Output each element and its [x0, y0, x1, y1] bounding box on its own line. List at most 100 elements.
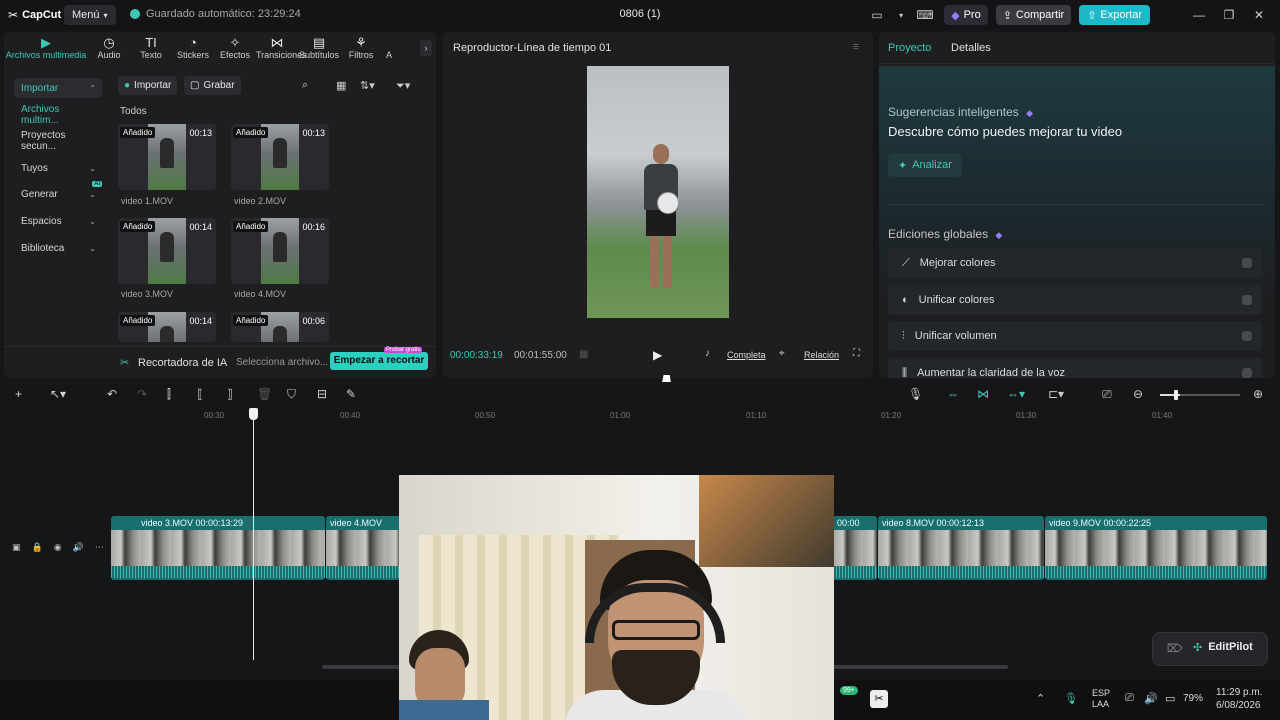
- sort-icon[interactable]: ⇅▾: [360, 79, 375, 92]
- media-item[interactable]: Añadido 00:13: [231, 124, 329, 190]
- language-indicator[interactable]: ESP LAA: [1092, 688, 1110, 710]
- playhead-handle[interactable]: [249, 408, 258, 420]
- sidebar-item-secondary-projects[interactable]: Proyectos secun...: [14, 130, 102, 152]
- tab-filters[interactable]: ⚘ Filtros: [340, 32, 382, 64]
- record-button[interactable]: ▢ Grabar: [184, 76, 241, 95]
- zoom-slider-handle[interactable]: [1174, 390, 1178, 400]
- chevron-down-icon[interactable]: ▾: [896, 11, 906, 20]
- tab-effects[interactable]: ✧ Efectos: [214, 32, 256, 64]
- timeline-clip[interactable]: 00:00: [833, 516, 877, 580]
- collapse-icon[interactable]: ⌦: [1167, 642, 1183, 655]
- screenshot-icon[interactable]: ⌖: [779, 348, 785, 359]
- cover-icon[interactable]: ▣: [12, 542, 21, 553]
- split-icon[interactable]: ⫿: [167, 387, 171, 402]
- clock-date[interactable]: 6/08/2026: [1216, 700, 1261, 711]
- sidebar-item-yours[interactable]: Tuyos ⌄: [14, 158, 102, 178]
- tab-media[interactable]: ▶ Archivos multimedia: [4, 32, 88, 64]
- speaker-icon[interactable]: 🔊: [73, 542, 84, 553]
- search-icon[interactable]: ⌕: [302, 79, 308, 92]
- sidebar-item-generate[interactable]: Generar ⌄ AI: [14, 180, 102, 205]
- toggle-switch[interactable]: [1242, 331, 1252, 341]
- chevron-right-icon[interactable]: ›: [420, 40, 432, 56]
- zoom-in-icon[interactable]: ⊕: [1253, 387, 1263, 401]
- draw-icon[interactable]: ✎: [346, 387, 356, 401]
- toggle-switch[interactable]: [1242, 295, 1252, 305]
- lock-icon[interactable]: 🔒: [32, 542, 43, 553]
- menu-button[interactable]: Menú ▾: [64, 5, 116, 25]
- analyze-button[interactable]: ✦ Analizar: [888, 153, 962, 177]
- timeline-clip[interactable]: video 9.MOV 00:00:22:25: [1045, 516, 1267, 580]
- toggle-switch[interactable]: [1242, 368, 1252, 378]
- shield-icon[interactable]: ⛉: [287, 387, 296, 402]
- sidebar-item-library[interactable]: Biblioteca ⌄: [14, 238, 102, 258]
- timeline-clip[interactable]: video 8.MOV 00:00:12:13: [878, 516, 1044, 580]
- split-right-icon[interactable]: ⟧: [227, 387, 233, 401]
- video-preview[interactable]: [587, 66, 729, 318]
- minimize-icon[interactable]: —: [1188, 8, 1210, 22]
- menu-icon[interactable]: ≡: [853, 41, 859, 53]
- close-icon[interactable]: ✕: [1248, 8, 1270, 22]
- battery-icon[interactable]: ▭: [1165, 692, 1175, 705]
- caption-icon[interactable]: ⎚: [1102, 387, 1112, 402]
- snap-icon[interactable]: ⇔▾: [1007, 387, 1025, 401]
- sidebar-item-media-files[interactable]: Archivos multim...: [14, 104, 102, 126]
- editpilot-button[interactable]: ✣ EditPilot: [1193, 641, 1253, 654]
- zoom-out-icon[interactable]: ⊖: [1133, 387, 1143, 401]
- clock-time[interactable]: 11:29 p.m.: [1216, 687, 1263, 698]
- crop-icon[interactable]: ⊟: [317, 387, 327, 401]
- microphone-icon[interactable]: 🎙: [908, 387, 923, 401]
- magnet-icon[interactable]: ⋈: [977, 387, 989, 401]
- option-enhance-colors[interactable]: ⟋ Mejorar colores: [888, 248, 1262, 278]
- preview-axis-icon[interactable]: ⊏▾: [1048, 387, 1064, 401]
- pro-button[interactable]: ◆ Pro: [944, 5, 988, 25]
- import-button[interactable]: ● Importar: [118, 76, 178, 95]
- fullscreen-icon[interactable]: ⛶: [853, 348, 860, 359]
- tab-transitions[interactable]: ⋈ Transiciones: [256, 32, 307, 64]
- filter-icon[interactable]: ⏷▾: [396, 79, 410, 93]
- timeline-clip[interactable]: video 3.MOV 00:00:13:29: [111, 516, 325, 580]
- delete-icon[interactable]: 🗑: [257, 387, 272, 401]
- media-item[interactable]: Añadido 00:06: [231, 312, 329, 342]
- tab-subtitles[interactable]: ▤ Subtítulos: [298, 32, 340, 64]
- media-item[interactable]: Añadido 00:16: [231, 218, 329, 284]
- split-left-icon[interactable]: ⟦: [197, 387, 203, 401]
- tab-stickers[interactable]: ◔ Stickers: [172, 32, 214, 64]
- media-item[interactable]: Añadido 00:14: [118, 312, 216, 342]
- undo-icon[interactable]: ↶: [107, 387, 117, 401]
- layout-icon[interactable]: ▭: [866, 8, 888, 22]
- option-unify-volume[interactable]: ⫶ Unificar volumen: [888, 321, 1262, 351]
- toggle-switch[interactable]: [1242, 258, 1252, 268]
- tab-text[interactable]: TI Texto: [130, 32, 172, 64]
- keyboard-icon[interactable]: ⌨: [914, 8, 936, 22]
- option-unify-colors[interactable]: ◐ Unificar colores: [888, 285, 1262, 315]
- option-voice-clarity[interactable]: ⫼ Aumentar la claridad de la voz: [888, 358, 1262, 378]
- tab-more[interactable]: A: [382, 32, 396, 64]
- capcut-taskbar-icon[interactable]: ✂: [870, 690, 888, 708]
- filter-all-label[interactable]: Todos: [120, 106, 147, 117]
- tab-details[interactable]: Detalles: [951, 42, 991, 54]
- redo-icon[interactable]: ↷: [137, 387, 147, 401]
- tab-project[interactable]: Proyecto: [888, 42, 931, 54]
- grid-view-icon[interactable]: ▦: [336, 79, 346, 92]
- tiktok-icon[interactable]: ♪: [705, 348, 710, 359]
- more-icon[interactable]: ⋯: [95, 542, 104, 553]
- chevron-up-icon[interactable]: ⌃: [1036, 692, 1045, 705]
- export-button[interactable]: ⇧ Exportar: [1079, 5, 1150, 25]
- volume-icon[interactable]: 🔊: [1144, 692, 1158, 705]
- network-icon[interactable]: ⎚: [1125, 692, 1134, 705]
- media-item[interactable]: Añadido 00:14: [118, 218, 216, 284]
- media-item[interactable]: Añadido 00:13: [118, 124, 216, 190]
- sidebar-item-import[interactable]: Importar ⌃: [14, 78, 102, 98]
- maximize-icon[interactable]: ❐: [1218, 8, 1240, 22]
- start-cut-button[interactable]: Empezar a recortar: [330, 352, 428, 370]
- full-label[interactable]: Completa: [727, 350, 766, 360]
- eye-icon[interactable]: ◉: [54, 542, 62, 553]
- select-tool-icon[interactable]: ↖▾: [50, 387, 66, 401]
- link-icon[interactable]: ⇔: [947, 387, 959, 401]
- sidebar-item-spaces[interactable]: Espacios ⌄: [14, 211, 102, 231]
- ratio-label[interactable]: Relación: [804, 350, 839, 360]
- zoom-slider[interactable]: [1160, 390, 1240, 400]
- microphone-icon[interactable]: 🎙: [1064, 692, 1078, 705]
- play-icon[interactable]: ▶: [653, 348, 662, 362]
- playhead[interactable]: [253, 408, 254, 660]
